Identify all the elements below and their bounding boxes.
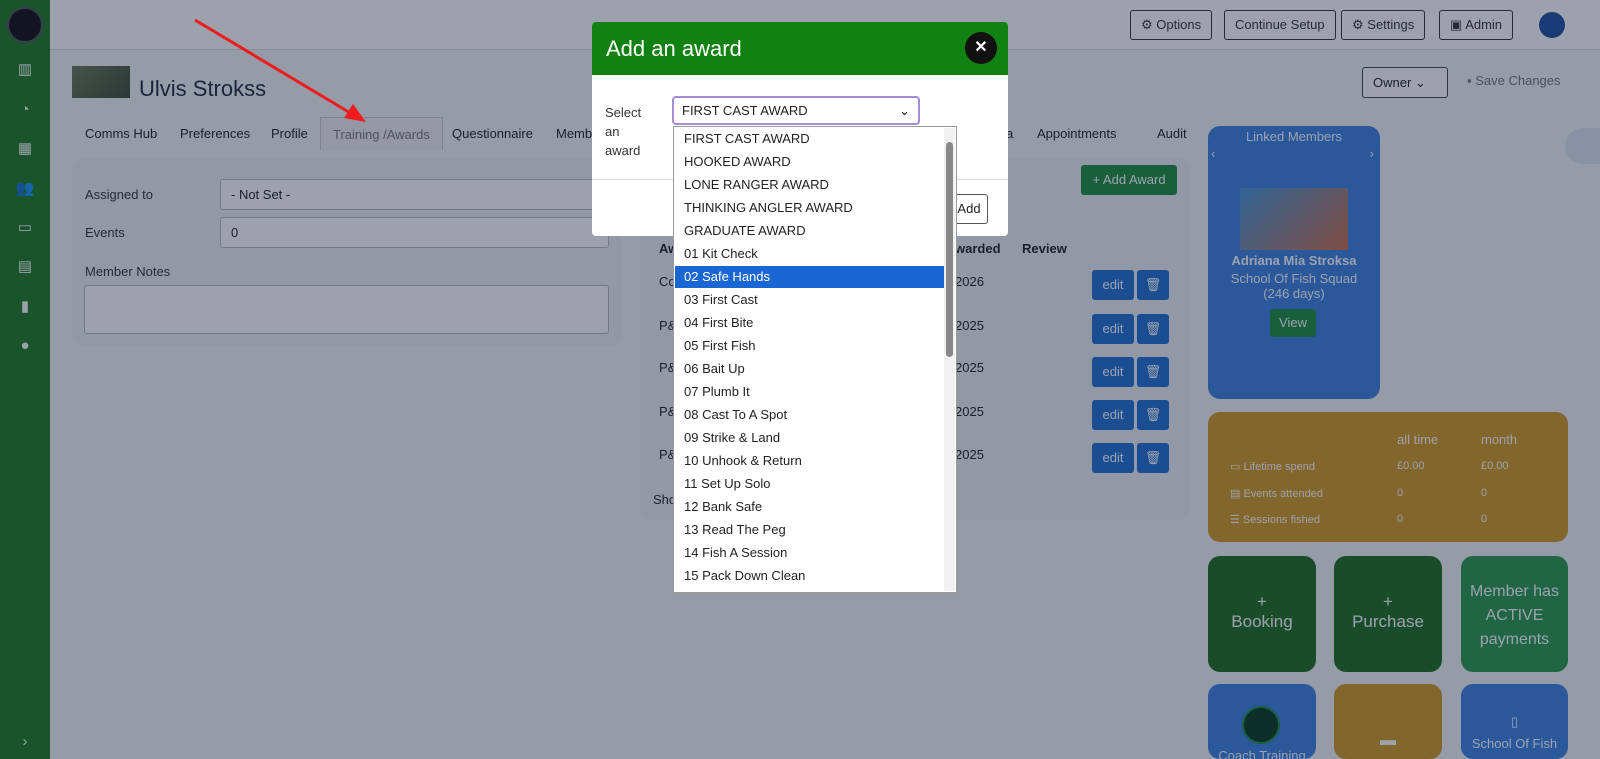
- select-award-label: Select an award: [605, 103, 641, 160]
- list-item[interactable]: 04 First Bite: [675, 312, 944, 334]
- list-item[interactable]: 01 Kit Check: [675, 243, 944, 265]
- chevron-down-icon: ⌄: [899, 103, 910, 118]
- close-icon[interactable]: ✕: [965, 32, 997, 64]
- list-item[interactable]: LONE RANGER AWARD: [675, 174, 944, 196]
- award-options-list[interactable]: FIRST CAST AWARD HOOKED AWARD LONE RANGE…: [673, 126, 957, 593]
- options-scrollbar[interactable]: [944, 128, 955, 591]
- select-award-label-line2: an: [605, 124, 620, 139]
- list-item[interactable]: 08 Cast To A Spot: [675, 404, 944, 426]
- list-item[interactable]: 05 First Fish: [675, 335, 944, 357]
- list-item[interactable]: 13 Read The Peg: [675, 519, 944, 541]
- list-item[interactable]: THINKING ANGLER AWARD: [675, 197, 944, 219]
- select-award-label-line1: Select: [605, 105, 642, 120]
- modal-header: Add an award ✕: [592, 22, 1008, 75]
- list-item[interactable]: 09 Strike & Land: [675, 427, 944, 449]
- list-item-highlighted[interactable]: 02 Safe Hands: [675, 266, 944, 288]
- list-item[interactable]: FIRST CAST AWARD: [675, 128, 944, 150]
- list-item[interactable]: 06 Bait Up: [675, 358, 944, 380]
- list-item[interactable]: 03 First Cast: [675, 289, 944, 311]
- modal-title: Add an award: [606, 36, 742, 61]
- list-item[interactable]: 14 Fish A Session: [675, 542, 944, 564]
- award-select[interactable]: FIRST CAST AWARD ⌄: [672, 96, 920, 125]
- list-item[interactable]: GRADUATE AWARD: [675, 220, 944, 242]
- list-item[interactable]: 10 Unhook & Return: [675, 450, 944, 472]
- list-item[interactable]: HOOKED AWARD: [675, 151, 944, 173]
- select-award-label-line3: award: [605, 143, 641, 158]
- list-item[interactable]: 07 Plumb It: [675, 381, 944, 403]
- list-item[interactable]: 12 Bank Safe: [675, 496, 944, 518]
- award-select-value: FIRST CAST AWARD: [682, 103, 808, 118]
- list-item[interactable]: 15 Pack Down Clean: [675, 565, 944, 587]
- list-item[interactable]: 11 Set Up Solo: [675, 473, 944, 495]
- scrollbar-thumb[interactable]: [946, 142, 953, 357]
